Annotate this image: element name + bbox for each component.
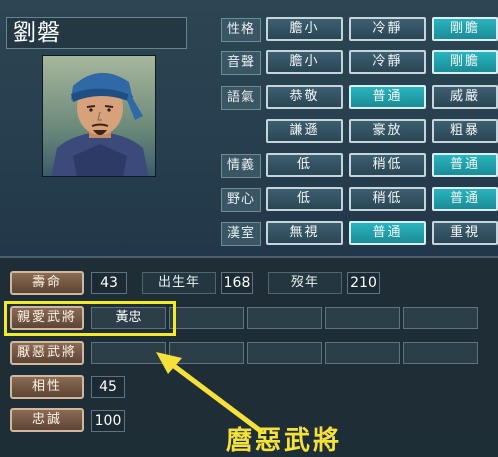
voice-option-calm[interactable]: 冷靜 xyxy=(349,50,426,74)
trait-label-voice: 音聲 xyxy=(221,51,261,75)
disliked-general-slot-4[interactable] xyxy=(325,342,400,364)
birth-year-value: 168 xyxy=(221,272,253,294)
trait-label-han-dynasty: 漢室 xyxy=(221,222,261,246)
trait-label-tone: 語氣 xyxy=(221,86,261,110)
disliked-generals-button[interactable]: 厭惡武將 xyxy=(10,341,84,365)
character-portrait xyxy=(42,55,156,177)
loyalty-value: 100 xyxy=(91,410,125,432)
disliked-general-slot-5[interactable] xyxy=(403,342,478,364)
panel-divider xyxy=(0,256,498,258)
personality-option-timid[interactable]: 膽小 xyxy=(266,17,343,41)
sentiment-option-slightly-low[interactable]: 稍低 xyxy=(349,153,426,177)
personality-option-calm[interactable]: 冷靜 xyxy=(349,17,426,41)
portrait-image xyxy=(51,72,149,176)
loyalty-button[interactable]: 忠誠 xyxy=(10,408,84,432)
character-name: 劉磐 xyxy=(6,17,187,49)
han-option-ignore[interactable]: 無視 xyxy=(266,221,343,245)
sentiment-option-low[interactable]: 低 xyxy=(266,153,343,177)
ambition-option-low[interactable]: 低 xyxy=(266,187,343,211)
birth-year-label: 出生年 xyxy=(142,272,216,294)
tone-option-bold[interactable]: 豪放 xyxy=(349,119,426,143)
trait-label-ambition: 野心 xyxy=(221,188,261,212)
trait-label-personality: 性格 xyxy=(221,18,261,42)
tone-option-stern[interactable]: 威嚴 xyxy=(432,85,498,109)
compatibility-button[interactable]: 相性 xyxy=(10,375,84,399)
han-option-value[interactable]: 重視 xyxy=(432,221,498,245)
sentiment-option-normal[interactable]: 普通 xyxy=(432,153,498,177)
favored-generals-highlight xyxy=(4,301,176,336)
voice-option-brave[interactable]: 剛膽 xyxy=(432,50,498,74)
favored-general-slot-5[interactable] xyxy=(403,307,478,329)
ambition-option-slightly-low[interactable]: 稍低 xyxy=(349,187,426,211)
han-option-normal[interactable]: 普通 xyxy=(349,221,426,245)
lifespan-button[interactable]: 壽命 xyxy=(10,271,84,295)
compatibility-value: 45 xyxy=(91,376,125,398)
ambition-option-normal[interactable]: 普通 xyxy=(432,187,498,211)
lifespan-value: 43 xyxy=(91,272,127,294)
tone-option-humble[interactable]: 謙遜 xyxy=(266,119,343,143)
tone-option-rough[interactable]: 粗暴 xyxy=(432,119,498,143)
tone-option-respectful[interactable]: 恭敬 xyxy=(266,85,343,109)
favored-general-slot-4[interactable] xyxy=(325,307,400,329)
tone-option-normal[interactable]: 普通 xyxy=(349,85,426,109)
favored-general-slot-3[interactable] xyxy=(247,307,322,329)
trait-label-loyalty-sense: 情義 xyxy=(221,154,261,178)
death-year-value: 210 xyxy=(347,272,380,294)
annotation-text: 麿惡武將 xyxy=(226,426,343,456)
death-year-label: 歿年 xyxy=(268,272,342,294)
personality-option-brave[interactable]: 剛膽 xyxy=(432,17,498,41)
voice-option-timid[interactable]: 膽小 xyxy=(266,50,343,74)
favored-general-slot-2[interactable] xyxy=(169,307,244,329)
